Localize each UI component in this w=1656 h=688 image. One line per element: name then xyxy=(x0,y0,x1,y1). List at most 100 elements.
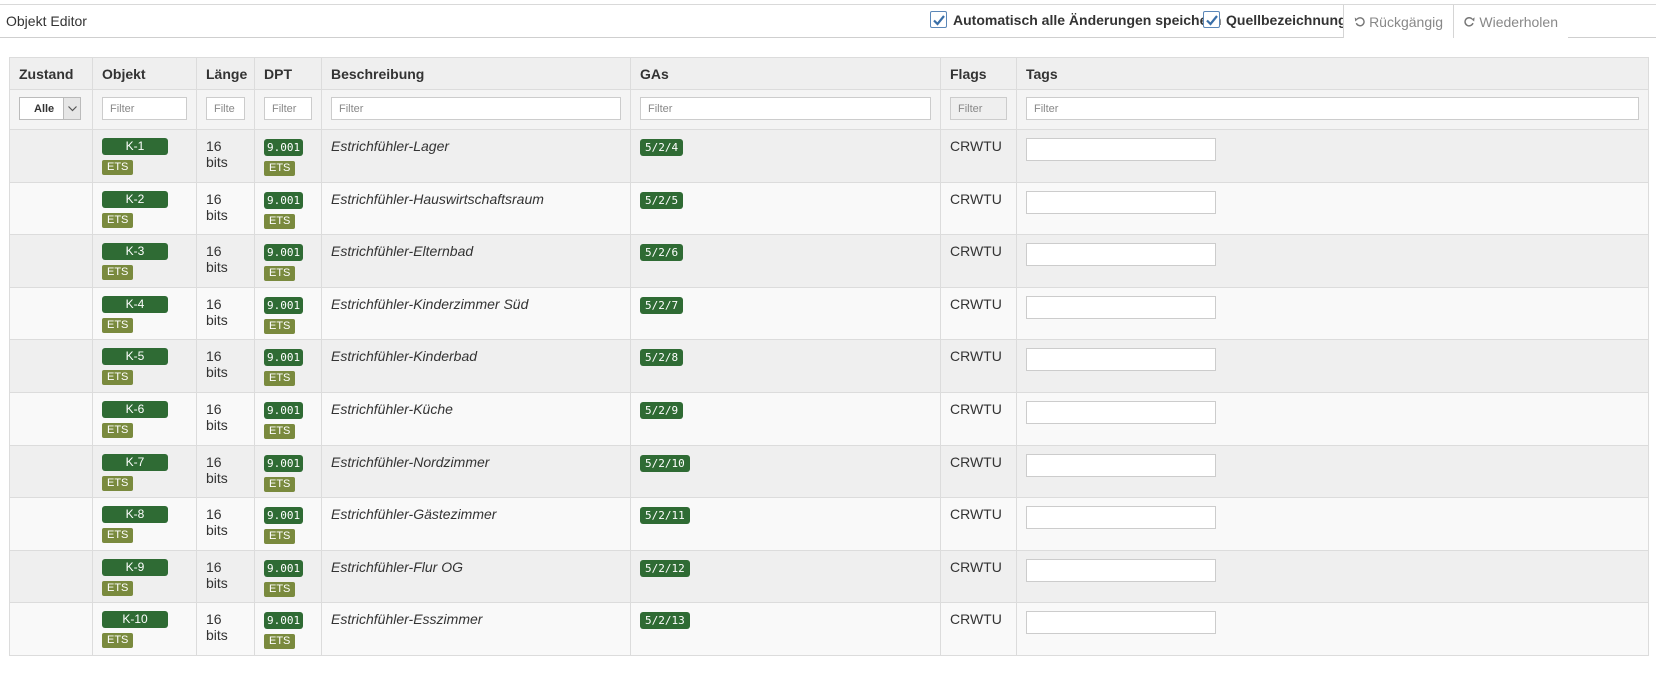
object-badge[interactable]: K-4 xyxy=(102,295,168,313)
object-badge[interactable]: K-2 xyxy=(102,190,168,208)
description-text: Estrichfühler-Flur OG xyxy=(331,558,463,575)
beschreibung-cell[interactable]: Estrichfühler-Esszimmer xyxy=(321,602,631,656)
object-badge[interactable]: K-5 xyxy=(102,348,168,366)
tags-input[interactable] xyxy=(1026,348,1216,372)
table-row[interactable]: K-6 ETS 16 bits 9.001 ETS Estrichfühler-Küche… xyxy=(9,391,1649,446)
dpt-cell: 9.001 ETS xyxy=(254,339,322,393)
col-header-gas[interactable]: GAs xyxy=(630,57,941,90)
dpt-badge[interactable]: 9.001 xyxy=(264,191,304,209)
flags-cell[interactable]: CRWTU xyxy=(940,444,1017,499)
object-badge[interactable]: K-8 xyxy=(102,506,168,524)
dpt-badge[interactable]: 9.001 xyxy=(264,139,304,156)
gas-cell: 5/2/9 xyxy=(630,391,941,446)
group-address-badge[interactable]: 5/2/12 xyxy=(640,559,690,577)
object-badge[interactable]: K-7 xyxy=(102,453,168,471)
objekt-filter-input[interactable] xyxy=(102,97,187,120)
dpt-badge[interactable]: 9.001 xyxy=(264,507,304,525)
dpt-cell: 9.001 ETS xyxy=(254,129,322,183)
table-row[interactable]: K-4 ETS 16 bits 9.001 ETS Estrichfühler-Kinde… xyxy=(9,286,1649,341)
flags-cell[interactable]: CRWTU xyxy=(940,286,1017,341)
flags-cell[interactable]: CRWTU xyxy=(940,391,1017,446)
dpt-filter-input[interactable] xyxy=(264,97,312,120)
group-address-badge[interactable]: 5/2/8 xyxy=(640,349,684,367)
laenge-filter-input[interactable] xyxy=(206,97,245,120)
tags-input[interactable] xyxy=(1026,558,1216,582)
col-header-dpt[interactable]: DPT xyxy=(254,57,322,90)
col-header-tags[interactable]: Tags xyxy=(1016,57,1649,90)
source-badge: ETS xyxy=(102,633,134,649)
dpt-badge[interactable]: 9.001 xyxy=(264,401,304,419)
table-row[interactable]: K-7 ETS 16 bits 9.001 ETS Estrichfühler-Nordz… xyxy=(9,444,1649,499)
tags-input[interactable] xyxy=(1026,506,1216,530)
table-row[interactable]: K-9 ETS 16 bits 9.001 ETS Estrichfühler-Flur … xyxy=(9,549,1649,604)
beschreibung-cell[interactable]: Estrichfühler-Hauswirtschaftsraum xyxy=(321,181,631,236)
description-text: Estrichfühler-Kinderbad xyxy=(331,348,478,365)
autosave-checkbox[interactable] xyxy=(930,11,947,28)
gas-filter-input[interactable] xyxy=(640,97,931,120)
object-badge[interactable]: K-6 xyxy=(102,400,168,418)
object-badge[interactable]: K-9 xyxy=(102,558,168,576)
dpt-badge[interactable]: 9.001 xyxy=(264,612,304,630)
redo-button[interactable]: Wiederholen xyxy=(1453,5,1568,38)
table-row[interactable]: K-3 ETS 16 bits 9.001 ETS Estrichfühler-Elter… xyxy=(9,234,1649,288)
dpt-badge[interactable]: 9.001 xyxy=(264,559,304,577)
flags-cell[interactable]: CRWTU xyxy=(940,181,1017,236)
col-header-zustand[interactable]: Zustand xyxy=(9,57,93,90)
dpt-badge[interactable]: 9.001 xyxy=(264,296,304,314)
group-address-badge[interactable]: 5/2/10 xyxy=(640,454,690,472)
col-header-laenge[interactable]: Länge xyxy=(196,57,255,90)
beschreibung-cell[interactable]: Estrichfühler-Küche xyxy=(321,391,631,446)
beschreibung-cell[interactable]: Estrichfühler-Elternbad xyxy=(321,234,631,288)
group-address-badge[interactable]: 5/2/4 xyxy=(640,139,684,156)
group-address-badge[interactable]: 5/2/6 xyxy=(640,244,684,262)
group-address-badge[interactable]: 5/2/13 xyxy=(640,612,690,630)
flags-cell[interactable]: CRWTU xyxy=(940,497,1017,551)
source-name-checkbox[interactable] xyxy=(1203,11,1220,28)
beschreibung-cell[interactable]: Estrichfühler-Gästezimmer xyxy=(321,497,631,551)
col-header-beschreibung[interactable]: Beschreibung xyxy=(321,57,631,90)
beschreibung-cell[interactable]: Estrichfühler-Nordzimmer xyxy=(321,444,631,499)
dpt-badge[interactable]: 9.001 xyxy=(264,454,304,472)
flags-cell[interactable]: CRWTU xyxy=(940,602,1017,656)
tags-filter-input[interactable] xyxy=(1026,97,1639,120)
table-row[interactable]: K-5 ETS 16 bits 9.001 ETS Estrichfühler-Kinde… xyxy=(9,339,1649,393)
undo-button[interactable]: Rückgängig xyxy=(1343,5,1453,38)
flags-cell[interactable]: CRWTU xyxy=(940,234,1017,288)
table-row[interactable]: K-1 ETS 16 bits 9.001 ETS Estrichfühler-Lager… xyxy=(9,129,1649,183)
beschreibung-cell[interactable]: Estrichfühler-Flur OG xyxy=(321,549,631,604)
flags-cell[interactable]: CRWTU xyxy=(940,339,1017,393)
dpt-badge[interactable]: 9.001 xyxy=(264,244,304,262)
tags-input[interactable] xyxy=(1026,453,1216,477)
object-badge[interactable]: K-1 xyxy=(102,138,168,155)
tags-input[interactable] xyxy=(1026,190,1216,214)
table-row[interactable]: K-10 ETS 16 bits 9.001 ETS Estrichfühler-Essz… xyxy=(9,602,1649,656)
tags-input[interactable] xyxy=(1026,138,1216,161)
flags-cell[interactable]: CRWTU xyxy=(940,129,1017,183)
col-header-flags[interactable]: Flags xyxy=(940,57,1017,90)
objekt-cell: K-1 ETS xyxy=(92,129,197,183)
group-address-badge[interactable]: 5/2/7 xyxy=(640,296,684,314)
beschreibung-cell[interactable]: Estrichfühler-Kinderzimmer Süd xyxy=(321,286,631,341)
col-header-objekt[interactable]: Objekt xyxy=(92,57,197,90)
beschreibung-cell[interactable]: Estrichfühler-Kinderbad xyxy=(321,339,631,393)
group-address-badge[interactable]: 5/2/5 xyxy=(640,191,684,209)
tags-input[interactable] xyxy=(1026,295,1216,319)
flags-cell[interactable]: CRWTU xyxy=(940,549,1017,604)
tags-input[interactable] xyxy=(1026,611,1216,635)
group-address-badge[interactable]: 5/2/9 xyxy=(640,401,684,419)
dpt-badge[interactable]: 9.001 xyxy=(264,349,304,367)
chevron-down-icon[interactable] xyxy=(63,98,80,119)
tags-input[interactable] xyxy=(1026,243,1216,267)
tags-input[interactable] xyxy=(1026,400,1216,424)
source-name-toggle[interactable]: Quellbezeichnung xyxy=(1203,11,1347,28)
autosave-toggle[interactable]: Automatisch alle Änderungen speichern xyxy=(930,11,1221,28)
group-address-badge[interactable]: 5/2/11 xyxy=(640,507,690,525)
table-row[interactable]: K-2 ETS 16 bits 9.001 ETS Estrichfühler-Hausw… xyxy=(9,181,1649,236)
table-row[interactable]: K-8 ETS 16 bits 9.001 ETS Estrichfühler-Gäste… xyxy=(9,497,1649,551)
beschreibung-filter-input[interactable] xyxy=(331,97,621,120)
object-badge[interactable]: K-10 xyxy=(102,611,168,629)
beschreibung-cell[interactable]: Estrichfühler-Lager xyxy=(321,129,631,183)
object-badge[interactable]: K-3 xyxy=(102,243,168,261)
state-filter-select[interactable]: Alle xyxy=(19,97,81,120)
source-badge: ETS xyxy=(102,475,134,491)
